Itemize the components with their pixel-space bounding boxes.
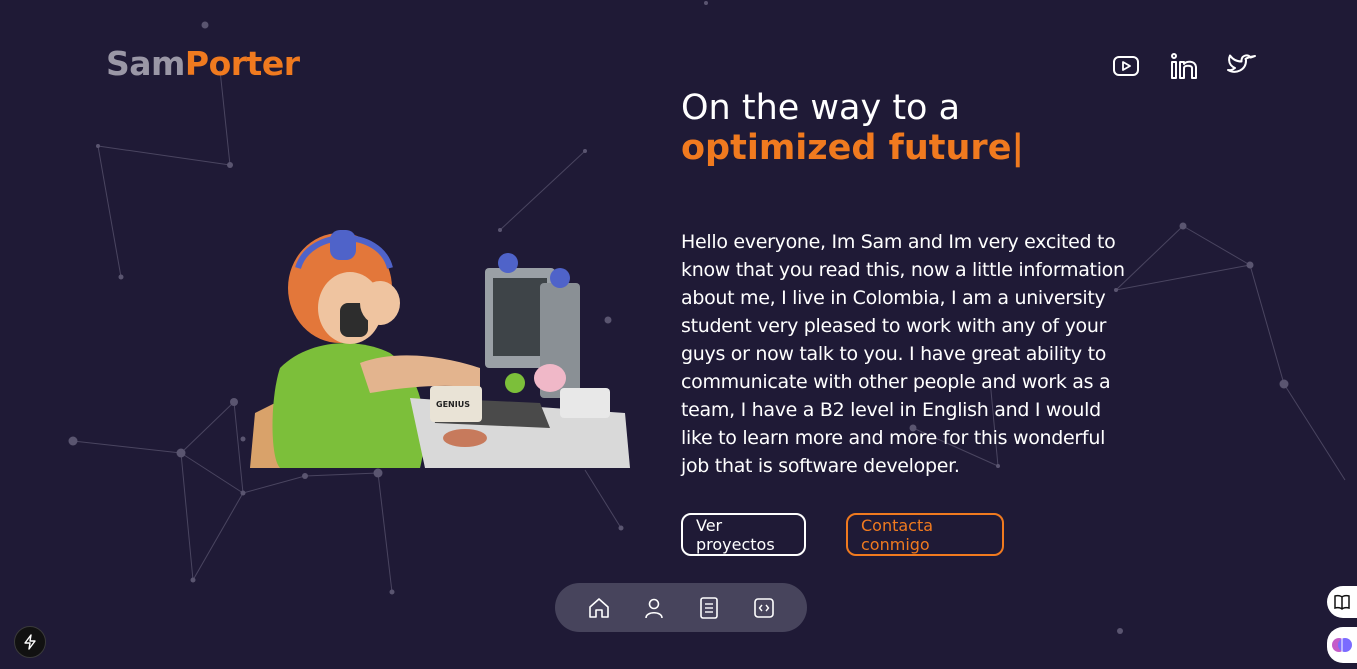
document-icon (699, 596, 718, 619)
side-ai-button[interactable] (1327, 627, 1357, 663)
view-projects-button[interactable]: Ver proyectos (681, 513, 806, 556)
headline-line-2-typed: optimized future| (681, 128, 1025, 168)
brain-icon (1332, 638, 1352, 652)
linkedin-icon (1171, 53, 1197, 79)
twitter-icon (1227, 54, 1256, 73)
logo-last-name: Porter (184, 44, 300, 83)
dock-item-about[interactable] (641, 595, 667, 621)
headline-line-1: On the way to a (681, 88, 961, 128)
contact-me-button[interactable]: Contacta conmigo (846, 513, 1004, 556)
user-icon (644, 598, 663, 618)
twitter-link[interactable] (1226, 50, 1258, 82)
side-reader-button[interactable] (1327, 586, 1357, 618)
code-icon (753, 597, 774, 618)
portfolio-page: SamPorter GENIUS On the way to a optimiz… (0, 0, 1357, 669)
particle-network-background (68, 1, 1346, 634)
logo-first-name: Sam (106, 44, 185, 83)
dev-tools-button[interactable] (14, 626, 46, 658)
open-book-icon (1334, 594, 1350, 611)
social-links (1110, 50, 1258, 82)
site-logo[interactable]: SamPorter (106, 44, 300, 83)
mug-text: GENIUS (436, 400, 470, 409)
lightning-icon (24, 634, 36, 650)
dock-item-home[interactable] (586, 595, 612, 621)
bio-paragraph: Hello everyone, Im Sam and Im very excit… (681, 231, 1125, 477)
linkedin-link[interactable] (1168, 50, 1200, 82)
hero-headline: On the way to a optimized future| (681, 88, 1024, 168)
dock-item-resume[interactable] (696, 595, 722, 621)
home-icon (588, 597, 609, 618)
dock-item-projects[interactable] (751, 595, 777, 621)
developer-figurine-image: GENIUS (250, 230, 630, 468)
youtube-icon (1113, 56, 1139, 76)
youtube-link[interactable] (1110, 50, 1142, 82)
bottom-nav-dock (555, 583, 807, 632)
